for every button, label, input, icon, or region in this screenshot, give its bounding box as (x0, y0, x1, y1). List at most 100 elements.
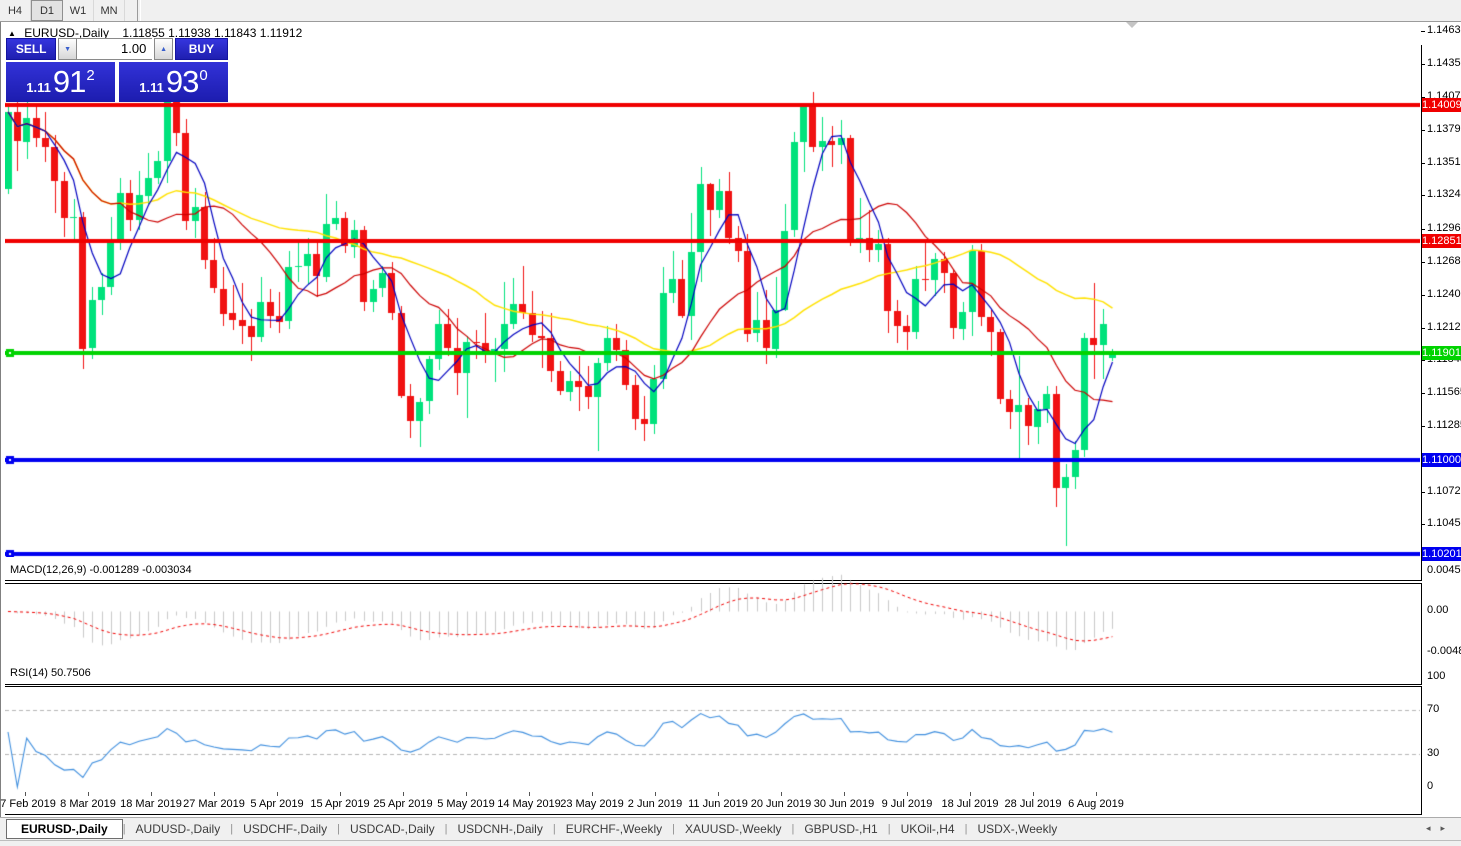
date-tick-mark (970, 792, 971, 796)
date-tick-mark (781, 792, 782, 796)
date-tick-label: 5 May 2019 (437, 798, 494, 810)
chart-tab-usdchfdaily[interactable]: USDCHF-,Daily (233, 819, 337, 839)
hline-price-chip: 1.12851 (1422, 234, 1461, 248)
date-tick-mark (844, 792, 845, 796)
buy-price-quote[interactable]: 1.11 93 0 (119, 62, 228, 102)
axis-tick-mark (1421, 360, 1425, 361)
price-tick-label: 1.14355 (1427, 57, 1461, 69)
date-tick-mark (655, 792, 656, 796)
rsi-label: RSI(14) 50.7506 (10, 667, 91, 679)
date-tick-label: 28 Jul 2019 (1005, 798, 1062, 810)
symbol-triangle-icon: ▲ (8, 29, 16, 38)
rsi-axis-tick: 0 (1427, 780, 1433, 792)
date-tick-mark (340, 792, 341, 796)
date-tick-mark (403, 792, 404, 796)
date-tick-label: 8 Mar 2019 (60, 798, 116, 810)
status-strip (0, 840, 1461, 846)
chart-tab-bar: ◂▸ EURUSD-,Daily|AUDUSD-,Daily|USDCHF-,D… (0, 817, 1461, 840)
date-tick-mark (907, 792, 908, 796)
sell-button[interactable]: SELL (6, 38, 56, 60)
axis-tick-mark (1421, 295, 1425, 296)
volume-input[interactable]: 1.00 (77, 38, 153, 60)
chart-tab-usdxweekly[interactable]: USDX-,Weekly (967, 819, 1067, 839)
axis-tick-mark (1421, 262, 1425, 263)
price-tick-label: 1.12120 (1427, 321, 1461, 333)
hline-price-chip: 1.11000 (1422, 453, 1461, 467)
date-tick-label: 27 Mar 2019 (183, 798, 245, 810)
chart-tab-xauusdweekly[interactable]: XAUUSD-,Weekly (675, 819, 791, 839)
macd-label: MACD(12,26,9) -0.001289 -0.003034 (10, 564, 192, 576)
date-tick-label: 23 May 2019 (560, 798, 624, 810)
price-tick-label: 1.13795 (1427, 123, 1461, 135)
hline-price-chip: 1.14009 (1422, 98, 1461, 112)
chevron-up-icon: ▲ (160, 46, 167, 53)
date-tick-label: 2 Jun 2019 (628, 798, 682, 810)
rsi-canvas[interactable] (5, 665, 1420, 791)
date-tick-mark (529, 792, 530, 796)
date-tick-label: 15 Apr 2019 (310, 798, 369, 810)
axis-tick-mark (1421, 524, 1425, 525)
date-tick-label: 11 Jun 2019 (688, 798, 748, 810)
date-tick-mark (277, 792, 278, 796)
timeframe-button-mn[interactable]: MN (94, 0, 125, 21)
buy-price-base: 1.11 (139, 80, 164, 95)
volume-increase-button[interactable]: ▲ (154, 38, 172, 60)
tab-scroll-arrows[interactable]: ◂▸ (1426, 823, 1455, 834)
sell-price-base: 1.11 (26, 80, 51, 95)
chart-tab-eurusddaily[interactable]: EURUSD-,Daily (6, 819, 123, 839)
date-tick-mark (466, 792, 467, 796)
rsi-axis-tick: 70 (1427, 703, 1439, 715)
price-tick-label: 1.13515 (1427, 156, 1461, 168)
date-tick-label: 25 Apr 2019 (373, 798, 432, 810)
date-tick-mark (151, 792, 152, 796)
tab-scroll-left-icon[interactable]: ◂ (1426, 823, 1441, 833)
chevron-down-icon: ▼ (64, 46, 71, 53)
date-tick-label: 14 May 2019 (497, 798, 561, 810)
tab-scroll-right-icon[interactable]: ▸ (1440, 823, 1455, 833)
date-tick-label: 18 Jul 2019 (942, 798, 999, 810)
axis-tick-mark (1421, 229, 1425, 230)
hline-price-chip: 1.10201 (1422, 547, 1461, 561)
macd-canvas[interactable] (5, 562, 1420, 661)
volume-decrease-button[interactable]: ▼ (58, 38, 76, 60)
chart-shift-marker-icon[interactable] (1126, 22, 1138, 28)
price-tick-label: 1.13240 (1427, 188, 1461, 200)
price-tick-label: 1.12680 (1427, 255, 1461, 267)
chart-tab-eurchfweekly[interactable]: EURCHF-,Weekly (556, 819, 672, 839)
main-chart-canvas[interactable] (5, 24, 1420, 557)
timeframe-toolbar: H4D1W1MN (0, 0, 1461, 22)
price-tick-label: 1.11285 (1427, 419, 1461, 431)
chart-tab-usdcaddaily[interactable]: USDCAD-,Daily (340, 819, 445, 839)
price-tick-label: 1.12400 (1427, 288, 1461, 300)
price-tick-label: 1.14635 (1427, 24, 1461, 36)
timeframe-button-h4[interactable]: H4 (0, 0, 31, 21)
sell-price-pip: 2 (86, 67, 94, 84)
sell-price-quote[interactable]: 1.11 91 2 (6, 62, 115, 102)
date-tick-mark (1033, 792, 1034, 796)
chart-tab-ukoilh4[interactable]: UKOil-,H4 (891, 819, 965, 839)
axis-tick-mark (1421, 195, 1425, 196)
chart-tab-audusddaily[interactable]: AUDUSD-,Daily (126, 819, 231, 839)
timeframe-button-w1[interactable]: W1 (63, 0, 94, 21)
sell-price-big: 91 (53, 64, 85, 100)
chart-tab-usdcnhdaily[interactable]: USDCNH-,Daily (448, 819, 553, 839)
toolbar-separator (137, 0, 141, 21)
axis-tick-mark (1421, 492, 1425, 493)
date-tick-label: 20 Jun 2019 (751, 798, 812, 810)
rsi-axis-tick: 30 (1427, 747, 1439, 759)
macd-axis-zero: 0.00 (1427, 604, 1448, 616)
price-tick-label: 1.12960 (1427, 222, 1461, 234)
date-tick-mark (718, 792, 719, 796)
macd-axis-min: -0.004806 (1427, 645, 1461, 657)
timeframe-button-d1[interactable]: D1 (31, 0, 63, 21)
date-tick-mark (88, 792, 89, 796)
macd-axis-max: 0.004517 (1427, 564, 1461, 576)
buy-price-pip: 0 (199, 67, 207, 84)
hline-price-chip: 1.11901 (1422, 346, 1461, 360)
axis-tick-mark (1421, 426, 1425, 427)
chart-tab-gbpusdh1[interactable]: GBPUSD-,H1 (794, 819, 887, 839)
one-click-trade-panel: SELL ▼ 1.00 ▲ BUY 1.11 91 2 1.11 93 0 (6, 38, 228, 102)
date-tick-mark (25, 792, 26, 796)
price-tick-label: 1.10450 (1427, 517, 1461, 529)
buy-button[interactable]: BUY (175, 38, 228, 60)
